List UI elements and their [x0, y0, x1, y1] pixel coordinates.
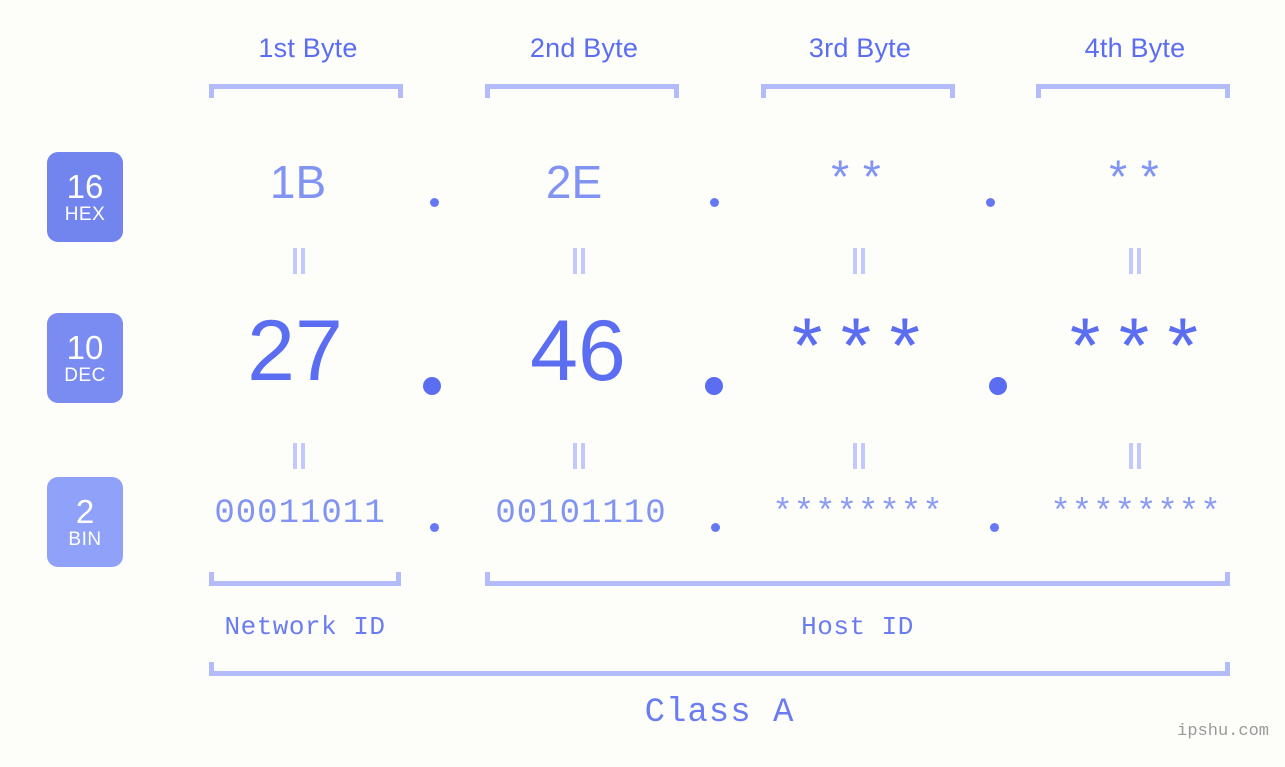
hex-byte-1-value: 1B — [269, 156, 327, 208]
byte-header-4: 4th Byte — [1084, 33, 1186, 63]
host-id-bracket — [485, 572, 1230, 586]
base-badge-dec-label: DEC — [64, 364, 106, 386]
ip-address-breakdown-diagram: 1st Byte 2nd Byte 3rd Byte 4th Byte 16 H… — [0, 0, 1285, 767]
byte-header-1: 1st Byte — [258, 33, 358, 63]
hex-byte-4-value: ** — [1104, 156, 1168, 208]
bin-separator-dot-2 — [711, 523, 720, 532]
byte-header-2: 2nd Byte — [529, 33, 639, 63]
dec-byte-2-value: 46 — [530, 303, 626, 399]
byte-bracket-4 — [1036, 84, 1230, 98]
dec-byte-3-value: *** — [783, 311, 931, 399]
byte-bracket-3 — [761, 84, 955, 98]
byte-bracket-2 — [485, 84, 679, 98]
hex-byte-3-value: ** — [826, 156, 890, 208]
site-watermark: ipshu.com — [1177, 722, 1269, 741]
base-badge-dec: 10 DEC — [47, 313, 123, 403]
base-badge-bin-number: 2 — [75, 492, 95, 530]
bin-byte-1-value: 00011011 — [214, 495, 386, 533]
hex-separator-dot-1 — [430, 198, 439, 207]
equals-icon-dec-bin-4 — [1127, 443, 1143, 469]
equals-icon-dec-bin-2 — [571, 443, 587, 469]
base-badge-bin-label: BIN — [68, 528, 102, 550]
bin-separator-dot-3 — [990, 523, 999, 532]
bin-byte-2-value: 00101110 — [495, 495, 667, 533]
base-badge-hex-label: HEX — [64, 203, 106, 225]
base-badge-hex-number: 16 — [66, 167, 104, 205]
class-label: Class A — [644, 694, 795, 732]
base-badge-bin: 2 BIN — [47, 477, 123, 567]
network-id-label: Network ID — [224, 612, 386, 642]
hex-separator-dot-3 — [986, 198, 995, 207]
equals-icon-hex-dec-1 — [291, 248, 307, 274]
bin-byte-4-value: ******** — [1050, 495, 1222, 533]
equals-icon-hex-dec-4 — [1127, 248, 1143, 274]
base-badge-dec-number: 10 — [66, 328, 104, 366]
bin-byte-3-value: ******** — [772, 495, 944, 533]
dec-separator-dot-2 — [705, 377, 723, 395]
hex-byte-2-value: 2E — [545, 156, 603, 208]
equals-icon-hex-dec-2 — [571, 248, 587, 274]
bin-separator-dot-1 — [430, 523, 439, 532]
host-id-label: Host ID — [801, 612, 914, 642]
hex-separator-dot-2 — [710, 198, 719, 207]
byte-header-3: 3rd Byte — [808, 33, 912, 63]
dec-separator-dot-1 — [423, 377, 441, 395]
byte-bracket-1 — [209, 84, 403, 98]
dec-byte-4-value: *** — [1061, 311, 1209, 399]
base-badge-hex: 16 HEX — [47, 152, 123, 242]
dec-byte-1-value: 27 — [247, 303, 343, 399]
dec-separator-dot-3 — [989, 377, 1007, 395]
equals-icon-dec-bin-1 — [291, 443, 307, 469]
equals-icon-dec-bin-3 — [851, 443, 867, 469]
class-bracket — [209, 662, 1230, 676]
network-id-bracket — [209, 572, 401, 586]
equals-icon-hex-dec-3 — [851, 248, 867, 274]
